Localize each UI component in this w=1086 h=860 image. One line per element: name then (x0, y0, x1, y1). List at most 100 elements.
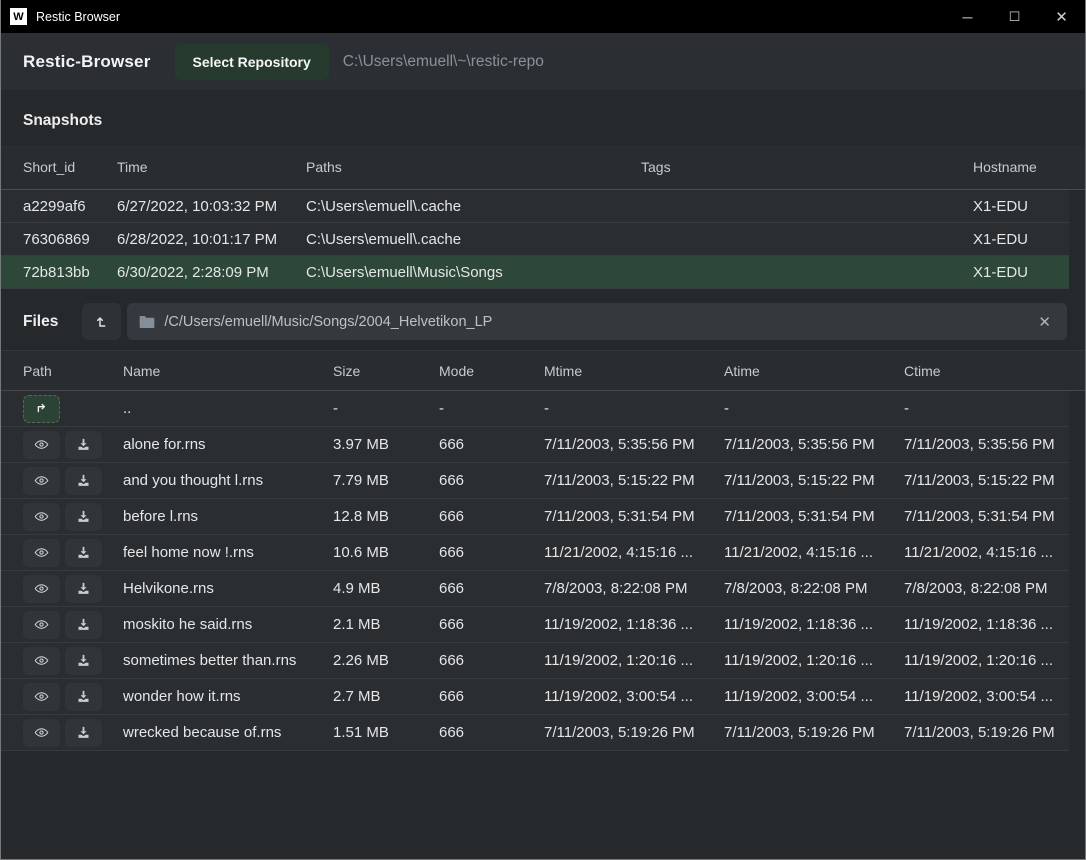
app-header: Restic-Browser Select Repository C:\User… (1, 33, 1085, 90)
snapshot-time: 6/27/2022, 10:03:32 PM (117, 198, 306, 215)
snapshot-paths: C:\Users\emuell\Music\Songs (306, 264, 641, 281)
preview-file-button[interactable] (23, 611, 60, 639)
file-atime: 7/11/2003, 5:15:22 PM (724, 472, 904, 489)
close-button[interactable]: ✕ (1038, 0, 1085, 33)
file-row[interactable]: wrecked because of.rns1.51 MB6667/11/200… (1, 715, 1069, 751)
file-row[interactable]: feel home now !.rns10.6 MB66611/21/2002,… (1, 535, 1069, 571)
download-file-button[interactable] (65, 719, 102, 747)
window-title: Restic Browser (36, 10, 944, 24)
download-file-button[interactable] (65, 575, 102, 603)
file-actions (23, 467, 123, 495)
preview-file-button[interactable] (23, 431, 60, 459)
file-actions (23, 719, 123, 747)
file-atime: 7/11/2003, 5:19:26 PM (724, 724, 904, 741)
file-size: 7.79 MB (333, 472, 439, 489)
file-mode: 666 (439, 652, 544, 669)
eye-icon (33, 473, 50, 488)
column-header-atime: Atime (724, 363, 904, 379)
download-icon (76, 653, 91, 668)
file-size: 2.1 MB (333, 616, 439, 633)
file-row[interactable]: alone for.rns3.97 MB6667/11/2003, 5:35:5… (1, 427, 1069, 463)
file-row[interactable]: sometimes better than.rns2.26 MB66611/19… (1, 643, 1069, 679)
file-atime: 11/19/2002, 1:18:36 ... (724, 616, 904, 633)
preview-file-button[interactable] (23, 719, 60, 747)
snapshot-row[interactable]: 763068696/28/2022, 10:01:17 PMC:\Users\e… (1, 223, 1069, 256)
preview-file-button[interactable] (23, 647, 60, 675)
file-row[interactable]: before l.rns12.8 MB6667/11/2003, 5:31:54… (1, 499, 1069, 535)
titlebar: W Restic Browser ─ ☐ ✕ (1, 0, 1085, 33)
column-header-mtime: Mtime (544, 363, 724, 379)
up-right-arrow-icon (34, 401, 49, 416)
download-file-button[interactable] (65, 503, 102, 531)
file-name: before l.rns (123, 508, 333, 525)
download-icon (76, 617, 91, 632)
file-actions (23, 575, 123, 603)
clear-path-button[interactable]: ✕ (1034, 311, 1055, 333)
preview-file-button[interactable] (23, 575, 60, 603)
wails-logo-icon: W (10, 8, 27, 25)
download-file-button[interactable] (65, 539, 102, 567)
file-mtime: 7/8/2003, 8:22:08 PM (544, 580, 724, 597)
download-file-button[interactable] (65, 647, 102, 675)
file-atime: - (724, 400, 904, 417)
app-title: Restic-Browser (23, 52, 151, 72)
download-file-button[interactable] (65, 467, 102, 495)
snapshot-paths: C:\Users\emuell\.cache (306, 231, 641, 248)
file-ctime: 7/8/2003, 8:22:08 PM (904, 580, 1069, 597)
snapshot-row[interactable]: 72b813bb6/30/2022, 2:28:09 PMC:\Users\em… (1, 256, 1069, 289)
file-row[interactable]: Helvikone.rns4.9 MB6667/8/2003, 8:22:08 … (1, 571, 1069, 607)
empty-area (1, 751, 1085, 859)
current-path-text: /C/Users/emuell/Music/Songs/2004_Helveti… (164, 314, 1034, 330)
snapshot-row[interactable]: a2299af66/27/2022, 10:03:32 PMC:\Users\e… (1, 190, 1069, 223)
file-name: moskito he said.rns (123, 616, 333, 633)
file-atime: 7/11/2003, 5:31:54 PM (724, 508, 904, 525)
download-file-button[interactable] (65, 611, 102, 639)
file-name: .. (123, 400, 333, 417)
file-size: - (333, 400, 439, 417)
file-mtime: 7/11/2003, 5:35:56 PM (544, 436, 724, 453)
file-row[interactable]: wonder how it.rns2.7 MB66611/19/2002, 3:… (1, 679, 1069, 715)
files-title: Files (23, 313, 58, 331)
file-actions (23, 431, 123, 459)
download-file-button[interactable] (65, 431, 102, 459)
eye-icon (33, 581, 50, 596)
level-up-icon (94, 314, 110, 330)
file-ctime: 7/11/2003, 5:35:56 PM (904, 436, 1069, 453)
file-mode: 666 (439, 508, 544, 525)
files-table-header: Path Name Size Mode Mtime Atime Ctime (1, 350, 1085, 391)
parent-directory-button[interactable] (82, 303, 121, 340)
select-repository-button[interactable]: Select Repository (175, 44, 329, 80)
download-icon (76, 473, 91, 488)
maximize-button[interactable]: ☐ (991, 0, 1038, 33)
file-ctime: 7/11/2003, 5:31:54 PM (904, 508, 1069, 525)
go-up-button[interactable] (23, 395, 60, 423)
current-path-bar[interactable]: /C/Users/emuell/Music/Songs/2004_Helveti… (127, 303, 1067, 340)
snapshots-table-body: a2299af66/27/2022, 10:03:32 PMC:\Users\e… (1, 190, 1085, 289)
preview-file-button[interactable] (23, 467, 60, 495)
file-ctime: 7/11/2003, 5:19:26 PM (904, 724, 1069, 741)
file-row[interactable]: and you thought l.rns7.79 MB6667/11/2003… (1, 463, 1069, 499)
file-name: sometimes better than.rns (123, 652, 333, 669)
file-mtime: 7/11/2003, 5:31:54 PM (544, 508, 724, 525)
file-name: Helvikone.rns (123, 580, 333, 597)
file-mode: 666 (439, 616, 544, 633)
preview-file-button[interactable] (23, 503, 60, 531)
parent-directory-row[interactable]: .. - - - - - (1, 391, 1069, 427)
file-row[interactable]: moskito he said.rns2.1 MB666 11/19/2002, … (1, 607, 1069, 643)
download-file-button[interactable] (65, 683, 102, 711)
file-ctime: 11/21/2002, 4:15:16 ... (904, 544, 1069, 561)
preview-file-button[interactable] (23, 683, 60, 711)
download-icon (76, 581, 91, 596)
file-mtime: 11/21/2002, 4:15:16 ... (544, 544, 724, 561)
preview-file-button[interactable] (23, 539, 60, 567)
file-name: wrecked because of.rns (123, 724, 333, 741)
file-size: 1.51 MB (333, 724, 439, 741)
column-header-tags: Tags (641, 159, 973, 175)
file-actions (23, 611, 123, 639)
file-name: feel home now !.rns (123, 544, 333, 561)
file-mtime: 11/19/2002, 3:00:54 ... (544, 688, 724, 705)
minimize-button[interactable]: ─ (944, 0, 991, 33)
file-mode: 666 (439, 580, 544, 597)
file-mode: 666 (439, 688, 544, 705)
file-size: 4.9 MB (333, 580, 439, 597)
